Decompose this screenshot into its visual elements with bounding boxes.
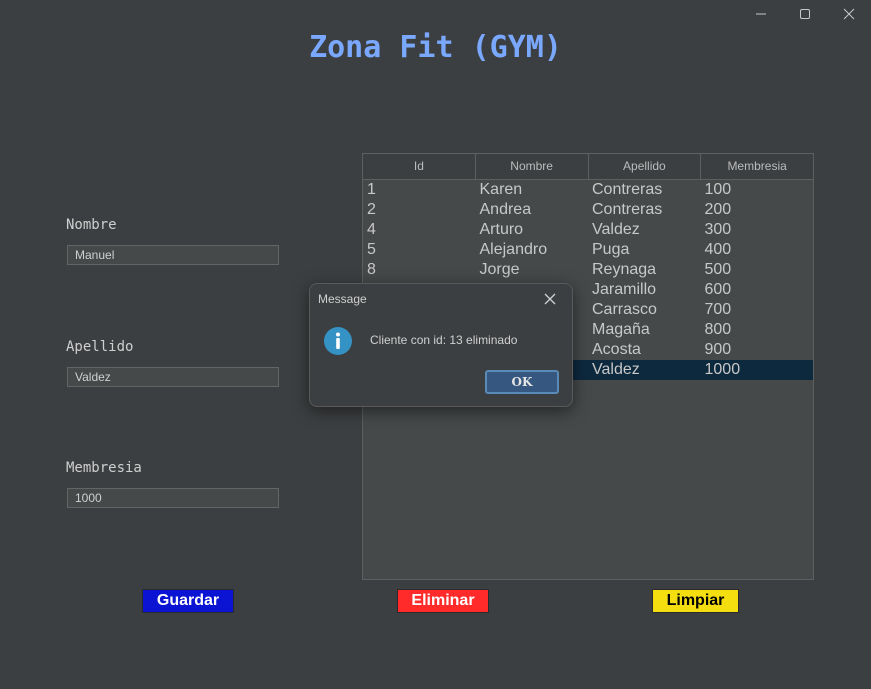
membresia-field[interactable]: 1000 xyxy=(67,488,279,508)
table-row[interactable]: 5 Alejandro Puga 400 xyxy=(363,240,813,260)
minimize-icon[interactable] xyxy=(739,0,783,28)
maximize-icon[interactable] xyxy=(783,0,827,28)
table-cell: 4 xyxy=(367,221,376,238)
column-header-apellido[interactable]: Apellido xyxy=(589,154,702,179)
dialog-message: Cliente con id: 13 eliminado xyxy=(370,333,518,347)
table-cell: Karen xyxy=(479,181,523,198)
table-cell: Arturo xyxy=(479,221,524,238)
table-cell: 100 xyxy=(704,181,732,198)
table-cell: Acosta xyxy=(592,341,641,358)
dialog-title: Message xyxy=(318,292,367,306)
table-header: Id Nombre Apellido Membresia xyxy=(363,154,813,180)
table-cell: Puga xyxy=(592,241,630,258)
table-cell: Carrasco xyxy=(592,301,657,318)
table-cell: Jorge xyxy=(479,261,520,278)
table-cell: 200 xyxy=(704,201,732,218)
column-header-nombre[interactable]: Nombre xyxy=(476,154,589,179)
ok-button[interactable]: OK xyxy=(485,370,559,394)
table-cell: 600 xyxy=(704,281,732,298)
column-header-id[interactable]: Id xyxy=(363,154,476,179)
table-cell: 500 xyxy=(704,261,732,278)
nombre-label: Nombre xyxy=(66,217,117,233)
table-row[interactable]: 4 Arturo Valdez 300 xyxy=(363,220,813,240)
close-icon[interactable] xyxy=(542,291,558,307)
table-cell: 2 xyxy=(367,201,376,218)
nombre-field[interactable]: Manuel xyxy=(67,245,279,265)
table-cell: 1000 xyxy=(704,361,741,378)
apellido-label: Apellido xyxy=(66,339,134,355)
limpiar-button[interactable]: Limpiar xyxy=(652,589,739,613)
table-cell: 900 xyxy=(704,341,732,358)
table-cell: 5 xyxy=(367,241,376,258)
close-icon[interactable] xyxy=(827,0,871,28)
table-cell: Valdez xyxy=(592,221,640,238)
table-cell: 300 xyxy=(704,221,732,238)
app-title: Zona Fit (GYM) xyxy=(309,30,562,65)
table-cell: 8 xyxy=(367,261,376,278)
table-cell: Contreras xyxy=(592,181,663,198)
window-controls xyxy=(739,0,871,28)
info-icon xyxy=(323,326,353,356)
eliminar-button[interactable]: Eliminar xyxy=(397,589,489,613)
table-cell: Contreras xyxy=(592,201,663,218)
table-row[interactable]: 1 Karen Contreras 100 xyxy=(363,180,813,200)
table-cell: Magaña xyxy=(592,321,650,338)
guardar-button[interactable]: Guardar xyxy=(142,589,234,613)
message-dialog: Message Cliente con id: 13 eliminado OK xyxy=(309,283,573,407)
table-cell: Jaramillo xyxy=(592,281,657,298)
table-cell: Alejandro xyxy=(479,241,548,258)
table-cell: 400 xyxy=(704,241,732,258)
table-row[interactable]: 2 Andrea Contreras 200 xyxy=(363,200,813,220)
table-cell: Andrea xyxy=(479,201,532,218)
table-row[interactable]: 8 Jorge Reynaga 500 xyxy=(363,260,813,280)
membresia-label: Membresia xyxy=(66,460,142,476)
table-cell: 800 xyxy=(704,321,732,338)
column-header-membresia[interactable]: Membresia xyxy=(701,154,813,179)
table-cell: 700 xyxy=(704,301,732,318)
table-cell: Reynaga xyxy=(592,261,657,278)
apellido-field[interactable]: Valdez xyxy=(67,367,279,387)
table-cell: 1 xyxy=(367,181,376,198)
table-cell: Valdez xyxy=(592,361,640,378)
